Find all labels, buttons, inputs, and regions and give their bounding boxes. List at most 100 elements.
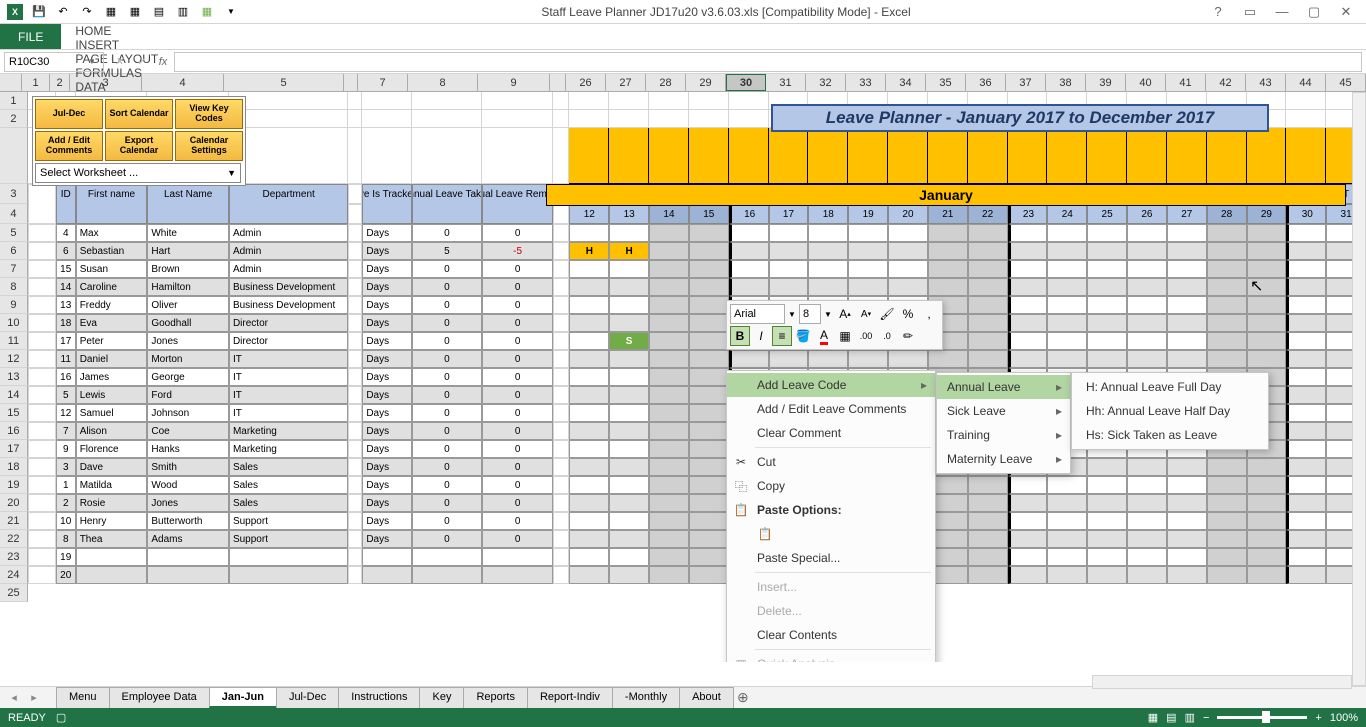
data-cell[interactable]: 0 — [482, 224, 554, 242]
header-cell[interactable]: 19 — [848, 204, 888, 224]
day-cell[interactable] — [1008, 566, 1048, 584]
data-cell[interactable] — [348, 260, 362, 278]
day-cell[interactable] — [1047, 260, 1087, 278]
ctx-paste-special[interactable]: Paste Special... — [727, 546, 935, 570]
day-cell[interactable]: H — [569, 242, 609, 260]
sheet-tab--monthly[interactable]: -Monthly — [612, 687, 680, 708]
data-cell[interactable]: 13 — [56, 296, 76, 314]
day-cell[interactable] — [1087, 458, 1127, 476]
day-cell[interactable] — [1207, 278, 1247, 296]
day-cell[interactable] — [1286, 440, 1326, 458]
select-all-corner[interactable] — [0, 74, 22, 91]
qat-icon[interactable]: ▦ — [124, 2, 146, 22]
day-cell[interactable] — [1167, 350, 1207, 368]
data-cell[interactable] — [348, 476, 362, 494]
data-cell[interactable]: Business Development — [229, 296, 348, 314]
day-cell[interactable] — [1167, 242, 1207, 260]
col-header[interactable]: 2 — [50, 74, 70, 91]
data-cell[interactable] — [76, 566, 148, 584]
ctx-clear-contents[interactable]: Clear Contents — [727, 623, 935, 647]
maximize-icon[interactable]: ▢ — [1302, 2, 1326, 22]
day-cell[interactable] — [1087, 296, 1127, 314]
day-cell[interactable] — [1286, 296, 1326, 314]
data-cell[interactable] — [553, 314, 569, 332]
day-cell[interactable] — [968, 260, 1008, 278]
header-cell[interactable]: Leave Is Tracked As — [362, 184, 412, 204]
month-cell[interactable] — [1286, 128, 1326, 184]
data-cell[interactable] — [28, 512, 56, 530]
data-cell[interactable]: IT — [229, 404, 348, 422]
data-cell[interactable] — [348, 296, 362, 314]
day-cell[interactable] — [928, 350, 968, 368]
submenu-training[interactable]: Training▸ — [937, 423, 1070, 447]
day-cell[interactable] — [649, 332, 689, 350]
day-cell[interactable] — [1008, 332, 1048, 350]
day-cell[interactable] — [1207, 512, 1247, 530]
day-cell[interactable] — [569, 386, 609, 404]
day-cell[interactable] — [1047, 224, 1087, 242]
view-break-icon[interactable]: ▥ — [1185, 711, 1195, 724]
cell[interactable] — [553, 128, 569, 184]
data-cell[interactable] — [348, 440, 362, 458]
row-header[interactable]: 23 — [0, 548, 28, 566]
header-cell[interactable] — [28, 184, 56, 204]
cell[interactable] — [729, 110, 769, 128]
data-cell[interactable] — [348, 422, 362, 440]
day-cell[interactable] — [689, 386, 729, 404]
data-cell[interactable] — [553, 440, 569, 458]
data-cell[interactable] — [229, 548, 348, 566]
day-cell[interactable] — [609, 386, 649, 404]
day-cell[interactable] — [769, 260, 809, 278]
data-cell[interactable] — [147, 566, 229, 584]
day-cell[interactable] — [609, 458, 649, 476]
day-cell[interactable] — [1286, 476, 1326, 494]
day-cell[interactable] — [1087, 260, 1127, 278]
cell[interactable] — [412, 92, 482, 110]
day-cell[interactable] — [689, 350, 729, 368]
data-cell[interactable] — [28, 476, 56, 494]
data-cell[interactable] — [348, 350, 362, 368]
header-cell[interactable] — [229, 204, 348, 224]
day-cell[interactable] — [689, 314, 729, 332]
row-header[interactable]: 2 — [0, 110, 28, 128]
data-cell[interactable]: Days — [362, 476, 412, 494]
day-cell[interactable] — [1286, 530, 1326, 548]
sheet-prev-icon[interactable]: ◂ — [6, 690, 22, 706]
data-cell[interactable]: Wood — [147, 476, 229, 494]
col-header[interactable]: 39 — [1086, 74, 1126, 91]
data-cell[interactable]: 9 — [56, 440, 76, 458]
day-cell[interactable] — [729, 242, 769, 260]
data-cell[interactable]: Days — [362, 512, 412, 530]
data-cell[interactable] — [229, 566, 348, 584]
cell[interactable] — [609, 110, 649, 128]
data-cell[interactable]: 0 — [412, 260, 482, 278]
data-cell[interactable] — [553, 224, 569, 242]
day-cell[interactable] — [1127, 242, 1167, 260]
day-cell[interactable] — [848, 278, 888, 296]
day-cell[interactable] — [1167, 296, 1207, 314]
data-cell[interactable]: 18 — [56, 314, 76, 332]
data-cell[interactable] — [482, 548, 554, 566]
data-cell[interactable]: Rosie — [76, 494, 148, 512]
data-cell[interactable] — [28, 278, 56, 296]
day-cell[interactable] — [928, 260, 968, 278]
data-cell[interactable]: Days — [362, 404, 412, 422]
size-dropdown-icon[interactable]: ▼ — [822, 304, 834, 324]
day-cell[interactable] — [649, 224, 689, 242]
data-cell[interactable]: 0 — [482, 494, 554, 512]
day-cell[interactable] — [569, 296, 609, 314]
col-header[interactable]: 3 — [70, 74, 142, 91]
select-worksheet-dropdown[interactable]: Select Worksheet ... ▼ — [35, 163, 241, 183]
decimal-inc-icon[interactable]: .00 — [856, 326, 876, 346]
day-cell[interactable] — [609, 494, 649, 512]
col-header[interactable]: 27 — [606, 74, 646, 91]
data-cell[interactable]: Days — [362, 422, 412, 440]
header-cell[interactable]: 23 — [1008, 204, 1048, 224]
day-cell[interactable] — [1008, 296, 1048, 314]
data-cell[interactable]: Admin — [229, 260, 348, 278]
data-cell[interactable] — [553, 548, 569, 566]
data-cell[interactable]: Hamilton — [147, 278, 229, 296]
month-cell[interactable] — [569, 128, 609, 184]
submenu-h-full-day[interactable]: H: Annual Leave Full Day — [1072, 375, 1268, 399]
header-cell[interactable]: 16 — [729, 204, 769, 224]
